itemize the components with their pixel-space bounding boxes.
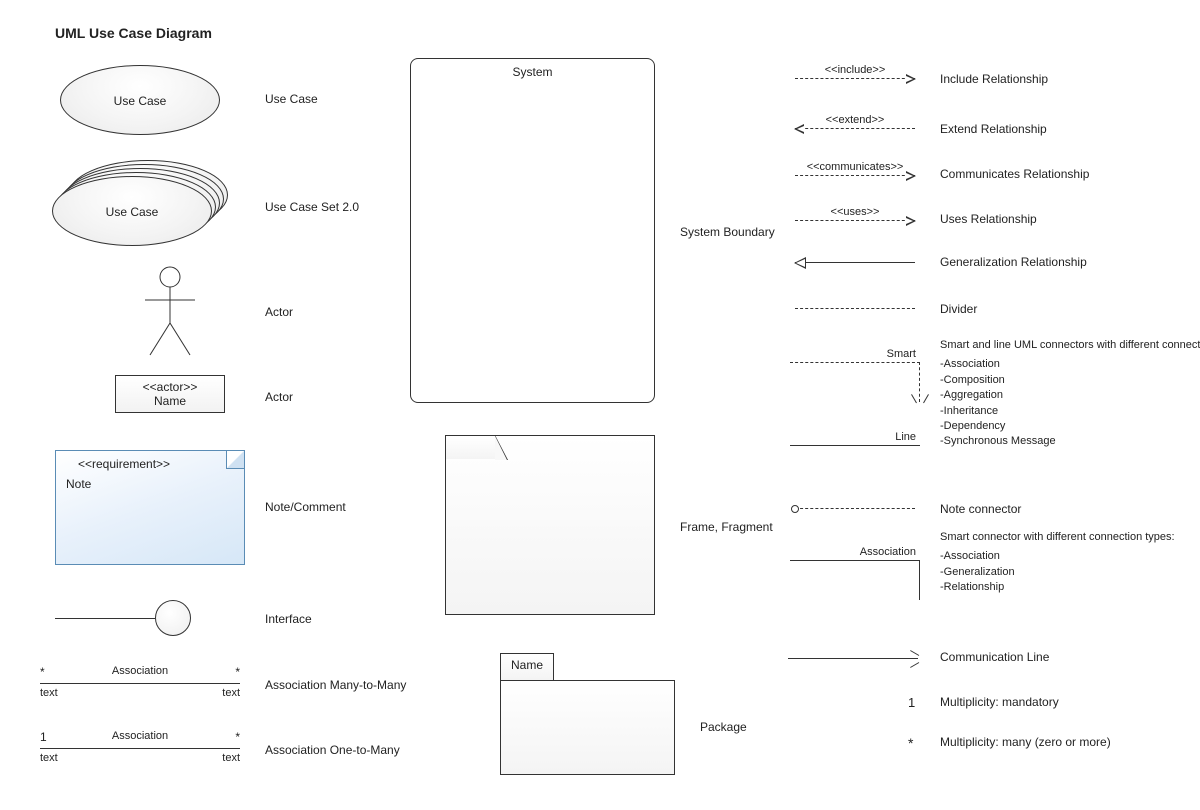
association-connector: Association xyxy=(790,560,920,561)
note-stereotype: <<requirement>> xyxy=(78,457,170,471)
include-text: <<include>> xyxy=(825,64,886,76)
extend-arrow: <<extend>> xyxy=(795,128,915,129)
smart-text: Smart xyxy=(887,348,916,360)
system-title: System xyxy=(512,65,552,79)
use-case-set-text: Use Case xyxy=(106,205,159,219)
package-label: Package xyxy=(700,720,747,734)
include-arrow: <<include>> xyxy=(795,78,915,79)
conn-type: -Dependency xyxy=(940,419,1150,434)
mult-mandatory-symbol: 1 xyxy=(908,695,915,710)
assoc-one-label: Association One-to-Many xyxy=(265,743,400,757)
interface-circle-icon xyxy=(155,600,191,636)
note-label: Note/Comment xyxy=(265,500,346,514)
note-shape: <<requirement>> Note xyxy=(55,450,245,565)
conn-type: -Relationship xyxy=(940,580,1150,595)
mult-left: 1 xyxy=(40,730,47,744)
mult-mandatory-label: Multiplicity: mandatory xyxy=(940,695,1059,709)
assoc-mid: Association xyxy=(112,665,168,677)
note-text: Note xyxy=(66,477,91,491)
communicates-text: <<communicates>> xyxy=(807,161,904,173)
use-case-text: Use Case xyxy=(114,94,167,108)
mult-many-label: Multiplicity: many (zero or more) xyxy=(940,735,1111,749)
smart-connector: Smart xyxy=(790,362,920,363)
system-boundary-shape: System xyxy=(410,58,655,403)
note-connector xyxy=(795,508,915,509)
conn-type: -Inheritance xyxy=(940,404,1150,419)
include-label: Include Relationship xyxy=(940,72,1048,86)
divider-label: Divider xyxy=(940,302,977,316)
role-left: text xyxy=(40,752,58,764)
package-shape: Name xyxy=(500,680,675,775)
actor-box-name: Name xyxy=(154,394,186,408)
conn-type: -Association xyxy=(940,549,1150,564)
role-left: text xyxy=(40,687,58,699)
generalization-label: Generalization Relationship xyxy=(940,255,1087,269)
mult-many-symbol: * xyxy=(908,735,913,751)
interface-line-icon xyxy=(55,618,155,619)
assoc-many-label: Association Many-to-Many xyxy=(265,678,406,692)
page-title: UML Use Case Diagram xyxy=(55,25,212,41)
assoc-many-shape: * Association * text text xyxy=(40,665,240,684)
use-case-set-label: Use Case Set 2.0 xyxy=(265,200,359,214)
conn-type: -Synchronous Message xyxy=(940,434,1150,449)
smart-desc-text: Smart and line UML connectors with diffe… xyxy=(940,338,1150,353)
mult-right: * xyxy=(235,730,240,744)
association-text: Association xyxy=(860,546,916,558)
frame-shape xyxy=(445,435,655,615)
communicates-arrow: <<communicates>> xyxy=(795,175,915,176)
conn-type: -Association xyxy=(940,357,1150,372)
system-boundary-label: System Boundary xyxy=(680,225,775,239)
line-text: Line xyxy=(895,431,916,443)
assoc-one-shape: 1 Association * text text xyxy=(40,730,240,749)
package-tab: Name xyxy=(500,653,554,681)
uses-text: <<uses>> xyxy=(831,206,880,218)
mult-right: * xyxy=(235,665,240,679)
smart-desc: Smart and line UML connectors with diffe… xyxy=(940,338,1150,450)
interface-label: Interface xyxy=(265,612,312,626)
package-tab-text: Name xyxy=(511,658,543,672)
role-right: text xyxy=(222,752,240,764)
note-fold-icon xyxy=(226,451,244,469)
frame-tab-icon xyxy=(445,435,495,459)
assoc-mid: Association xyxy=(112,730,168,742)
frame-label: Frame, Fragment xyxy=(680,520,773,534)
use-case-set-shape: Use Case xyxy=(52,160,228,248)
communication-line xyxy=(788,658,918,659)
actor-box-label: Actor xyxy=(265,390,293,404)
communicates-label: Communicates Relationship xyxy=(940,167,1089,181)
actor-stick-label: Actor xyxy=(265,305,293,319)
extend-label: Extend Relationship xyxy=(940,122,1047,136)
communication-line-label: Communication Line xyxy=(940,650,1049,664)
generalization-arrow xyxy=(795,262,915,263)
conn-type: -Aggregation xyxy=(940,388,1150,403)
actor-box-stereotype: <<actor>> xyxy=(122,380,218,394)
conn-type: -Generalization xyxy=(940,565,1150,580)
uses-arrow: <<uses>> xyxy=(795,220,915,221)
use-case-label: Use Case xyxy=(265,92,318,106)
assoc-desc-text: Smart connector with different connectio… xyxy=(940,530,1150,545)
line-connector: Line xyxy=(790,445,920,446)
actor-box-shape: <<actor>> Name xyxy=(115,375,225,413)
extend-text: <<extend>> xyxy=(826,114,885,126)
role-right: text xyxy=(222,687,240,699)
conn-type: -Composition xyxy=(940,373,1150,388)
divider-line xyxy=(795,308,915,309)
note-connector-label: Note connector xyxy=(940,502,1021,516)
use-case-shape: Use Case xyxy=(60,65,220,135)
uses-label: Uses Relationship xyxy=(940,212,1037,226)
assoc-desc: Smart connector with different connectio… xyxy=(940,530,1150,596)
mult-left: * xyxy=(40,665,45,679)
actor-stick-icon xyxy=(135,265,205,360)
